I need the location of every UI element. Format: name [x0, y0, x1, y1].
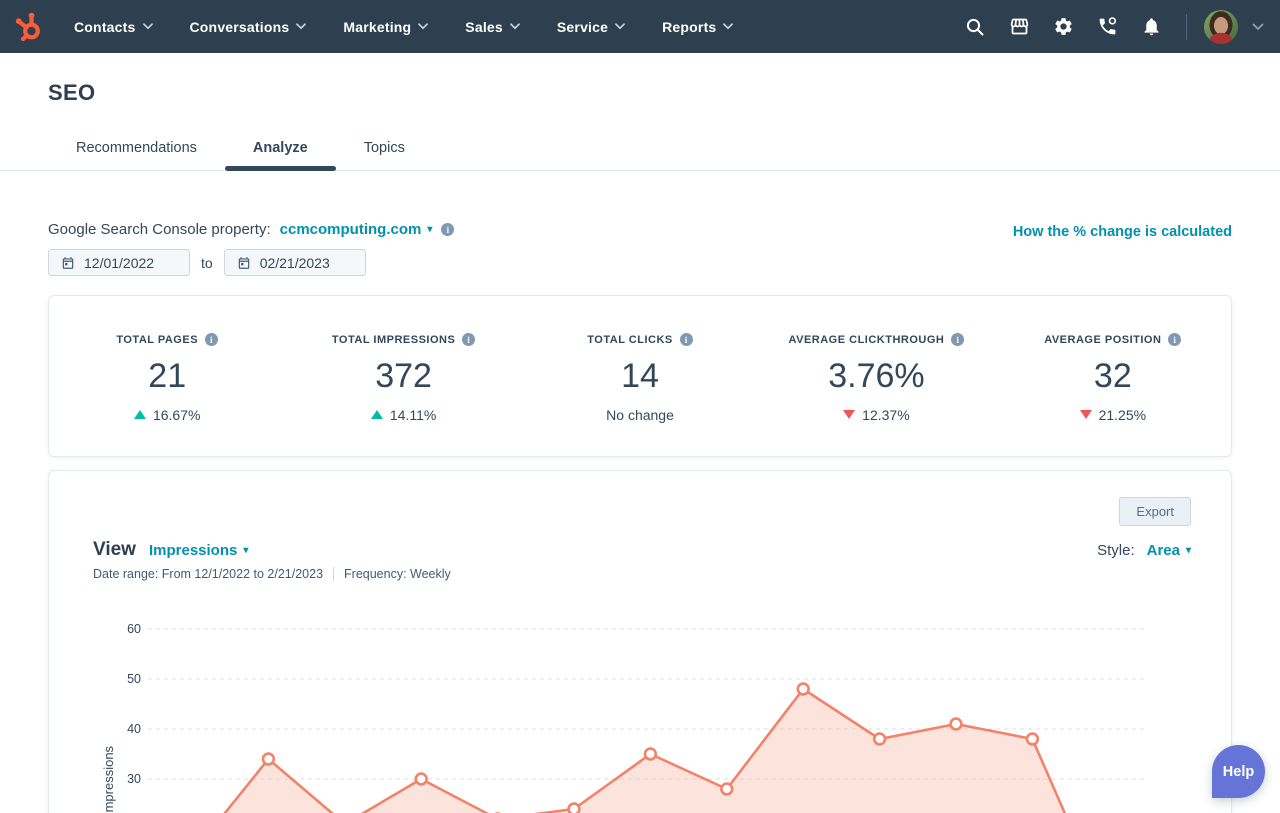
chevron-down-icon — [615, 23, 625, 30]
stat-change: No change — [606, 407, 674, 423]
date-to-label: to — [201, 255, 213, 271]
y-tick-label: 40 — [127, 722, 141, 736]
tab-analyze[interactable]: Analyze — [225, 126, 336, 170]
stat-change: 21.25% — [1099, 407, 1146, 423]
user-avatar[interactable] — [1204, 10, 1238, 44]
nav-divider — [1186, 14, 1187, 40]
stat-value: 14 — [522, 357, 758, 396]
tab-topics[interactable]: Topics — [336, 126, 433, 170]
info-icon[interactable]: i — [462, 333, 475, 346]
chart-date-range: Date range: From 12/1/2022 to 2/21/2023 — [93, 567, 323, 581]
start-date-input[interactable]: 12/01/2022 — [48, 249, 190, 276]
nav-utilities — [957, 9, 1264, 45]
nav-item-sales[interactable]: Sales — [465, 19, 520, 35]
nav-item-conversations[interactable]: Conversations — [190, 19, 307, 35]
export-button[interactable]: Export — [1119, 497, 1191, 526]
y-tick-label: 60 — [127, 622, 141, 636]
gsc-property-row: Google Search Console property: ccmcompu… — [48, 221, 454, 238]
settings-icon[interactable] — [1045, 9, 1081, 45]
stat-change: 16.67% — [153, 407, 200, 423]
help-button[interactable]: Help — [1212, 745, 1265, 798]
pct-change-help-link[interactable]: How the % change is calculated — [1013, 224, 1232, 240]
info-icon[interactable]: i — [1168, 333, 1181, 346]
impressions-chart: 60 50 40 30 Impressions — [49, 599, 1232, 813]
stat-change: 14.11% — [390, 407, 436, 423]
tab-recommendations[interactable]: Recommendations — [48, 126, 225, 170]
y-tick-label: 50 — [127, 672, 141, 686]
stat-label: AVERAGE CLICKTHROUGH — [788, 334, 944, 346]
stat-value: 3.76% — [758, 357, 994, 396]
view-label: View — [93, 539, 136, 561]
stat-value: 32 — [995, 357, 1231, 396]
gsc-property-label: Google Search Console property: — [48, 221, 271, 238]
data-point-marker[interactable] — [416, 774, 427, 785]
notifications-icon[interactable] — [1133, 9, 1169, 45]
calendar-icon — [61, 256, 75, 270]
chevron-down-icon: ▾ — [243, 546, 248, 556]
end-date-input[interactable]: 02/21/2023 — [224, 249, 366, 276]
hubspot-logo-icon[interactable] — [14, 10, 46, 44]
stat-change: 12.37% — [862, 407, 909, 423]
style-dropdown[interactable]: Area ▾ — [1147, 542, 1191, 559]
data-point-marker[interactable] — [798, 684, 809, 695]
meta-divider — [333, 567, 334, 581]
view-metric-dropdown[interactable]: Impressions ▾ — [149, 542, 248, 559]
y-axis-label: Impressions — [101, 745, 116, 813]
account-chevron-down-icon[interactable] — [1252, 23, 1264, 31]
info-icon[interactable]: i — [680, 333, 693, 346]
info-icon[interactable]: i — [441, 223, 454, 236]
marketplace-icon[interactable] — [1001, 9, 1037, 45]
info-icon[interactable]: i — [205, 333, 218, 346]
info-icon[interactable]: i — [951, 333, 964, 346]
increase-icon — [134, 410, 146, 419]
decrease-icon — [843, 410, 855, 419]
nav-item-marketing[interactable]: Marketing — [343, 19, 428, 35]
page-title: SEO — [48, 80, 1232, 106]
increase-icon — [371, 410, 383, 419]
nav-item-service[interactable]: Service — [557, 19, 625, 35]
chevron-down-icon — [143, 23, 153, 30]
chevron-down-icon — [418, 23, 428, 30]
stat-total-clicks: TOTAL CLICKS i 14 No change — [522, 330, 758, 423]
chevron-down-icon — [723, 23, 733, 30]
primary-nav: Contacts Conversations Marketing Sales S… — [74, 19, 733, 35]
tabs-bar: RecommendationsAnalyzeTopics — [0, 126, 1280, 171]
chart-card: Export View Impressions ▾ Style: Area ▾ … — [48, 470, 1232, 813]
data-point-marker[interactable] — [721, 784, 732, 795]
data-point-marker[interactable] — [1027, 734, 1038, 745]
calling-icon[interactable] — [1089, 9, 1125, 45]
stat-value: 21 — [49, 357, 285, 396]
data-point-marker[interactable] — [645, 749, 656, 760]
summary-stats-card: TOTAL PAGES i 21 16.67%TOTAL IMPRESSIONS… — [48, 295, 1232, 457]
data-point-marker[interactable] — [569, 804, 580, 813]
stat-label: TOTAL IMPRESSIONS — [332, 334, 455, 346]
stat-total-impressions: TOTAL IMPRESSIONS i 372 14.11% — [285, 330, 521, 423]
gsc-property-dropdown[interactable]: ccmcomputing.com ▾ — [280, 221, 433, 238]
nav-item-reports[interactable]: Reports — [662, 19, 733, 35]
chevron-down-icon — [296, 23, 306, 30]
chevron-down-icon: ▾ — [427, 225, 432, 235]
data-point-marker[interactable] — [951, 719, 962, 730]
stat-average-clickthrough: AVERAGE CLICKTHROUGH i 3.76% 12.37% — [758, 330, 994, 423]
style-label: Style: — [1097, 542, 1135, 559]
stat-average-position: AVERAGE POSITION i 32 21.25% — [995, 330, 1231, 423]
chart-frequency: Frequency: Weekly — [344, 567, 451, 581]
search-icon[interactable] — [957, 9, 993, 45]
stat-value: 372 — [285, 357, 521, 396]
y-tick-label: 30 — [127, 772, 141, 786]
calendar-icon — [237, 256, 251, 270]
top-nav: Contacts Conversations Marketing Sales S… — [0, 0, 1280, 53]
stat-label: TOTAL PAGES — [116, 334, 198, 346]
data-point-marker[interactable] — [263, 754, 274, 765]
stat-label: AVERAGE POSITION — [1044, 334, 1161, 346]
nav-item-contacts[interactable]: Contacts — [74, 19, 153, 35]
chevron-down-icon — [510, 23, 520, 30]
data-point-marker[interactable] — [874, 734, 885, 745]
chevron-down-icon: ▾ — [1186, 546, 1191, 556]
stat-label: TOTAL CLICKS — [587, 334, 672, 346]
stat-total-pages: TOTAL PAGES i 21 16.67% — [49, 330, 285, 423]
decrease-icon — [1080, 410, 1092, 419]
